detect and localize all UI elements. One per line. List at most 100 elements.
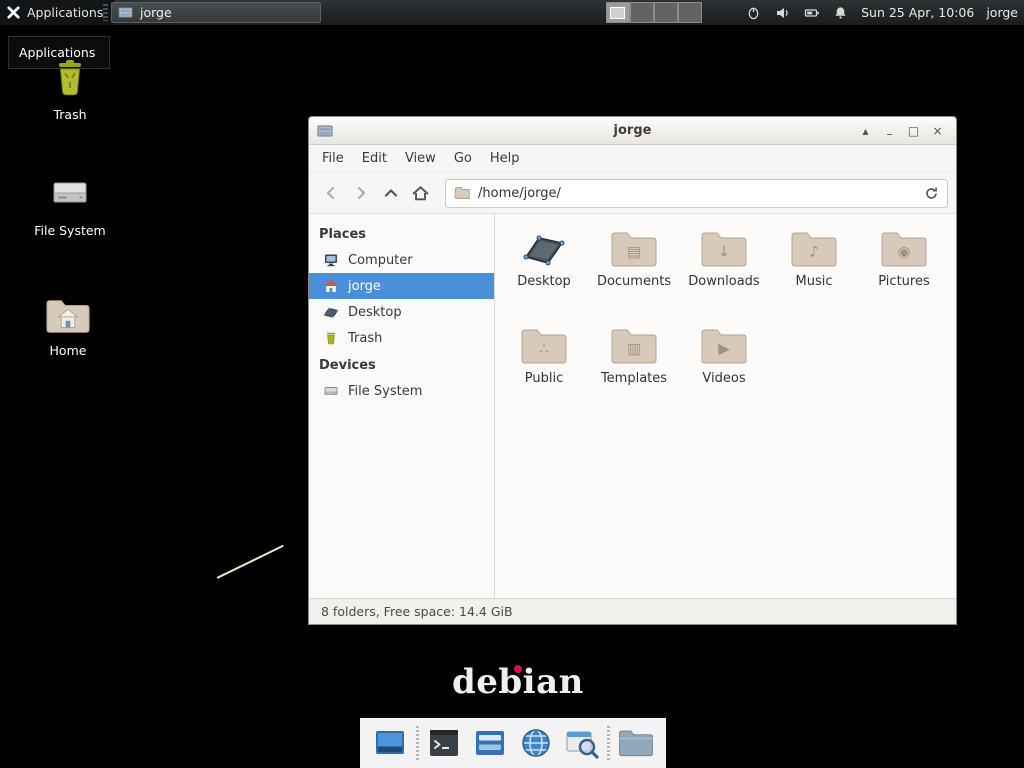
close-button[interactable]: × <box>927 120 948 141</box>
dock-separator <box>416 726 419 760</box>
sidebar-places-header: Places <box>309 220 494 247</box>
toolbar: /home/jorge/ <box>309 173 956 214</box>
forward-button[interactable] <box>347 180 374 207</box>
battery-icon[interactable] <box>803 4 820 21</box>
workspace-3[interactable] <box>654 2 678 23</box>
file-manager-icon <box>118 5 133 20</box>
debian-logo: debian <box>452 662 584 702</box>
clock[interactable]: Sun 25 Apr, 10:06 <box>861 5 974 20</box>
applications-menu-button[interactable]: Applications <box>0 0 114 25</box>
menubar: File Edit View Go Help <box>309 145 956 173</box>
window-body: Places Computer <box>309 214 956 598</box>
file-item-videos[interactable]: ▶ Videos <box>679 326 769 423</box>
file-item-downloads[interactable]: ↓ Downloads <box>679 229 769 326</box>
panel-preferences-icon <box>472 725 508 761</box>
trash-icon <box>323 330 339 346</box>
downloads-folder-icon: ↓ <box>700 229 748 269</box>
maximize-button[interactable]: □ <box>903 120 924 141</box>
sidebar-item-jorge[interactable]: jorge <box>309 273 494 299</box>
workspace-1[interactable] <box>606 2 630 23</box>
workspace-switcher <box>606 2 702 23</box>
panel-grip[interactable] <box>103 4 108 21</box>
volume-icon[interactable] <box>774 4 791 21</box>
file-item-pictures[interactable]: ◉ Pictures <box>859 229 949 326</box>
panel-tray-area: Sun 25 Apr, 10:06 jorge <box>745 0 1018 25</box>
video-emblem: ▶ <box>718 342 730 357</box>
desktop-icon-trash[interactable]: Trash <box>27 56 113 122</box>
sidebar-item-trash[interactable]: Trash <box>309 325 494 351</box>
menu-view[interactable]: View <box>396 147 445 170</box>
file-manager-window: jorge ▴ – □ × File Edit View Go Help <box>308 116 957 625</box>
globe-icon <box>518 725 554 761</box>
window-controls: ▴ – □ × <box>855 120 948 141</box>
menu-edit[interactable]: Edit <box>353 147 396 170</box>
window-titlebar[interactable]: jorge ▴ – □ × <box>309 117 956 145</box>
file-item-documents[interactable]: ▤ Documents <box>589 229 679 326</box>
status-text: 8 folders, Free space: 14.4 GiB <box>321 604 513 619</box>
pictures-folder-icon: ◉ <box>880 229 928 269</box>
minimize-button[interactable]: – <box>879 120 900 141</box>
computer-icon <box>323 252 339 268</box>
menu-help[interactable]: Help <box>481 147 529 170</box>
dock-web-browser[interactable] <box>516 723 556 763</box>
dock-separator <box>607 726 610 760</box>
file-label: Pictures <box>878 274 929 289</box>
debian-swirl-dot <box>514 665 522 673</box>
dock-panel-preferences[interactable] <box>470 723 510 763</box>
taskbar-window-button[interactable]: jorge <box>111 2 321 23</box>
location-folder-icon <box>454 185 470 201</box>
sidebar-devices-header: Devices <box>309 351 494 378</box>
file-label: Music <box>796 274 833 289</box>
input-device-icon[interactable] <box>745 4 762 21</box>
music-note-emblem: ♪ <box>809 245 819 260</box>
home-button[interactable] <box>407 180 434 207</box>
file-item-desktop[interactable]: Desktop <box>499 229 589 326</box>
xfce-mouse-icon <box>6 5 21 20</box>
workspace-2[interactable] <box>630 2 654 23</box>
trash-icon <box>48 56 92 100</box>
file-label: Downloads <box>688 274 759 289</box>
desktop-icon-label: File System <box>34 223 106 238</box>
reload-button[interactable] <box>919 181 943 205</box>
file-item-templates[interactable]: ▥ Templates <box>589 326 679 423</box>
desktop-icon-home[interactable]: Home <box>25 296 111 358</box>
sidebar-item-desktop[interactable]: Desktop <box>309 299 494 325</box>
location-path[interactable]: /home/jorge/ <box>478 186 911 201</box>
back-button[interactable] <box>317 180 344 207</box>
desktop-icon <box>323 304 339 320</box>
menu-go[interactable]: Go <box>445 147 481 170</box>
file-label: Public <box>525 371 563 386</box>
dock-file-manager[interactable] <box>616 723 656 763</box>
dock-application-finder[interactable] <box>562 723 602 763</box>
file-item-music[interactable]: ♪ Music <box>769 229 859 326</box>
file-label: Templates <box>601 371 667 386</box>
desktop-icon-filesystem[interactable]: File System <box>27 172 113 238</box>
file-label: Documents <box>597 274 671 289</box>
download-arrow-emblem: ↓ <box>718 245 731 260</box>
panel-username: jorge <box>986 5 1018 20</box>
folder-icon <box>618 728 654 758</box>
file-item-public[interactable]: ∴ Public <box>499 326 589 423</box>
notification-bell-icon[interactable] <box>832 4 849 21</box>
workspace-4[interactable] <box>678 2 702 23</box>
file-grid: Desktop ▤ Documents ↓ Downloads <box>495 214 956 598</box>
dock-desktop-settings[interactable] <box>370 723 410 763</box>
dock-terminal[interactable] <box>424 723 464 763</box>
share-emblem: ∴ <box>539 342 549 357</box>
home-icon <box>323 278 339 294</box>
file-label: Videos <box>702 371 745 386</box>
music-folder-icon: ♪ <box>790 229 838 269</box>
desktop-settings-icon <box>372 725 408 761</box>
sidebar-item-label: jorge <box>348 279 381 294</box>
sidebar-item-label: Computer <box>348 253 413 268</box>
shade-button[interactable]: ▴ <box>855 120 876 141</box>
file-label: Desktop <box>517 274 571 289</box>
menu-file[interactable]: File <box>313 147 353 170</box>
location-bar[interactable]: /home/jorge/ <box>445 179 948 208</box>
up-button[interactable] <box>377 180 404 207</box>
workspace-window-thumbnail <box>610 7 625 19</box>
sidebar-item-file-system[interactable]: File System <box>309 378 494 404</box>
applications-menu-label: Applications <box>27 5 103 20</box>
statusbar: 8 folders, Free space: 14.4 GiB <box>309 598 956 624</box>
sidebar-item-computer[interactable]: Computer <box>309 247 494 273</box>
